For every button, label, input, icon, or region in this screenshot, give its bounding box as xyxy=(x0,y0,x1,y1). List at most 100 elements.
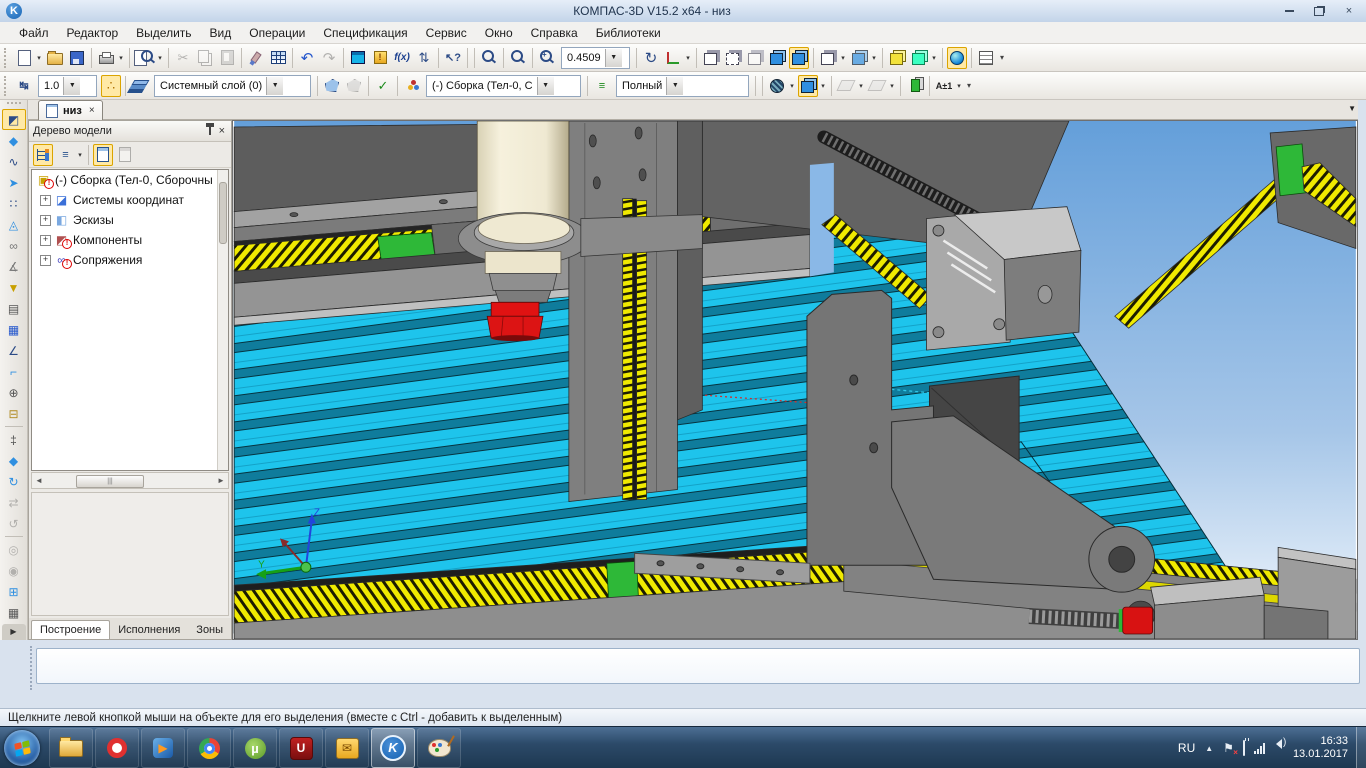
points-button[interactable]: ∷ xyxy=(2,193,26,214)
show-desktop-button[interactable] xyxy=(1356,727,1366,768)
tab-list-dropdown[interactable]: ▼ xyxy=(1348,104,1356,113)
tab-versions[interactable]: Исполнения xyxy=(110,621,188,639)
lock-button[interactable]: ◉ xyxy=(2,560,26,581)
expand-plus-icon[interactable]: + xyxy=(40,195,51,206)
collet-nut-red[interactable] xyxy=(487,302,543,341)
power-icon[interactable] xyxy=(1243,741,1245,755)
measure-3d-button[interactable]: ∡ xyxy=(2,256,26,277)
simplified-dropdown[interactable]: ▾ xyxy=(839,54,847,62)
taskbar-outlook-button[interactable]: ✉ xyxy=(325,728,369,768)
tree-composition-button[interactable] xyxy=(93,144,113,166)
perspective-button[interactable] xyxy=(887,47,907,69)
menu-help[interactable]: Справка xyxy=(522,24,587,42)
print-preview-button[interactable] xyxy=(134,47,155,69)
refresh-image-button[interactable]: ↻ xyxy=(641,47,661,69)
shaded-edges-mode-button[interactable] xyxy=(789,47,809,69)
new-document-dropdown[interactable]: ▾ xyxy=(35,54,43,62)
taskbar-opera-button[interactable] xyxy=(95,728,139,768)
tree-structure-button[interactable] xyxy=(33,144,53,166)
rotate-component-button[interactable]: ↻ xyxy=(2,471,26,492)
joint-button[interactable]: ◎ xyxy=(2,539,26,560)
menu-file[interactable]: Файл xyxy=(10,24,58,42)
menu-select[interactable]: Выделить xyxy=(127,24,200,42)
edit-part-button[interactable]: ◩ xyxy=(2,109,26,130)
tree-item-mates[interactable]: + ∞! Сопряжения xyxy=(32,250,228,270)
tree-filter-button[interactable]: ≡ xyxy=(55,144,75,166)
scrollbar-thumb[interactable] xyxy=(219,182,227,244)
sketch-parametric2-button[interactable] xyxy=(344,75,364,97)
cut-button[interactable]: ✂ xyxy=(173,47,193,69)
tree-horizontal-scrollbar[interactable]: ◄ ||| ► xyxy=(31,472,229,489)
save-button[interactable] xyxy=(67,47,87,69)
new-document-button[interactable] xyxy=(14,47,34,69)
stamp-dropdown[interactable]: ▾ xyxy=(888,82,896,90)
expand-plus-icon[interactable]: + xyxy=(40,255,51,266)
toolbar-overflow-button[interactable]: ▾ xyxy=(967,83,971,88)
start-button[interactable] xyxy=(4,730,40,766)
paste-button[interactable] xyxy=(217,47,237,69)
tree-item-coordinate-systems[interactable]: + ◪ Системы координат xyxy=(32,190,228,210)
spec-object-button[interactable]: ▦ xyxy=(2,602,26,623)
copy-object-button[interactable]: ⊞ xyxy=(2,581,26,602)
sheet-button[interactable] xyxy=(836,75,856,97)
solid-dropdown[interactable]: ▾ xyxy=(819,82,827,90)
layers-button[interactable] xyxy=(130,75,150,97)
tray-expand-icon[interactable]: ▲ xyxy=(1205,744,1213,753)
filter-button[interactable]: ▼ xyxy=(2,277,26,298)
tree-vertical-scrollbar[interactable] xyxy=(217,170,228,470)
collections-button[interactable]: ∞ xyxy=(2,235,26,256)
hidden-thin-mode-button[interactable] xyxy=(745,47,765,69)
sketch-parametric-button[interactable] xyxy=(322,75,342,97)
language-indicator[interactable]: RU xyxy=(1178,741,1195,755)
scroll-left-arrow[interactable]: ◄ xyxy=(32,476,46,485)
menu-specification[interactable]: Спецификация xyxy=(314,24,416,42)
cursor-step-button[interactable]: ↹ xyxy=(14,75,34,97)
library-manager-button[interactable]: ! xyxy=(370,47,390,69)
taskbar-paint-button[interactable] xyxy=(417,728,461,768)
report-button[interactable]: ▤ xyxy=(2,298,26,319)
auto-dimension-button[interactable]: A±1 xyxy=(934,75,954,97)
taskbar-kompas-button[interactable]: K xyxy=(371,728,415,768)
renumber-button[interactable]: ⇅ xyxy=(414,47,434,69)
menu-operations[interactable]: Операции xyxy=(240,24,314,42)
wireframe-mode-button[interactable] xyxy=(701,47,721,69)
variables-button[interactable] xyxy=(348,47,368,69)
copy-properties-button[interactable] xyxy=(246,47,266,69)
zoom-scale-combo[interactable]: 0.4509▼ xyxy=(561,47,630,69)
taskbar-explorer-button[interactable] xyxy=(49,728,93,768)
coupling-red[interactable] xyxy=(1123,607,1153,634)
tree-filter-dropdown[interactable]: ▾ xyxy=(76,151,84,159)
assembly-dropdown[interactable]: ▼ xyxy=(537,77,554,95)
tab-close-icon[interactable]: × xyxy=(89,105,95,116)
component-filter-button[interactable] xyxy=(402,75,422,97)
3d-viewport[interactable]: Z Y xyxy=(232,120,1358,640)
layer-combo[interactable]: Системный слой (0)▼ xyxy=(154,75,311,97)
zoom-area-button[interactable] xyxy=(479,47,499,69)
panel-expand-button[interactable]: ▶ xyxy=(2,624,26,640)
toolbar-grip[interactable] xyxy=(4,76,9,96)
scrollbar-thumb[interactable]: ||| xyxy=(76,475,144,488)
axis-3d-button[interactable]: ‡ xyxy=(2,429,26,450)
simplified-display-button[interactable] xyxy=(818,47,838,69)
tree-item-components[interactable]: + ◩! Компоненты xyxy=(32,230,228,250)
insert-part-button[interactable]: ⊟ xyxy=(2,403,26,424)
corner-button[interactable]: ⌐ xyxy=(2,361,26,382)
shaded-mode-button[interactable] xyxy=(767,47,787,69)
document-tab[interactable]: низ × xyxy=(38,100,103,120)
menu-editor[interactable]: Редактор xyxy=(58,24,128,42)
menu-service[interactable]: Сервис xyxy=(417,24,476,42)
undo-button[interactable]: ↶ xyxy=(297,47,317,69)
menu-libraries[interactable]: Библиотеки xyxy=(587,24,670,42)
spline-button[interactable]: ∿ xyxy=(2,151,26,172)
taskbar-clock[interactable]: 16:33 13.01.2017 xyxy=(1293,735,1348,761)
layer-dropdown[interactable]: ▼ xyxy=(266,77,283,95)
expand-plus-icon[interactable]: + xyxy=(40,215,51,226)
tab-zones[interactable]: Зоны xyxy=(188,621,231,639)
close-button[interactable]: × xyxy=(1336,4,1362,19)
notebook-button[interactable]: ▦ xyxy=(2,319,26,340)
menu-view[interactable]: Вид xyxy=(201,24,241,42)
rotate-alt-button[interactable]: ↺ xyxy=(2,513,26,534)
stamp-button[interactable] xyxy=(867,75,887,97)
move-component-button[interactable]: ◆ xyxy=(2,450,26,471)
print-dropdown[interactable]: ▾ xyxy=(117,54,125,62)
